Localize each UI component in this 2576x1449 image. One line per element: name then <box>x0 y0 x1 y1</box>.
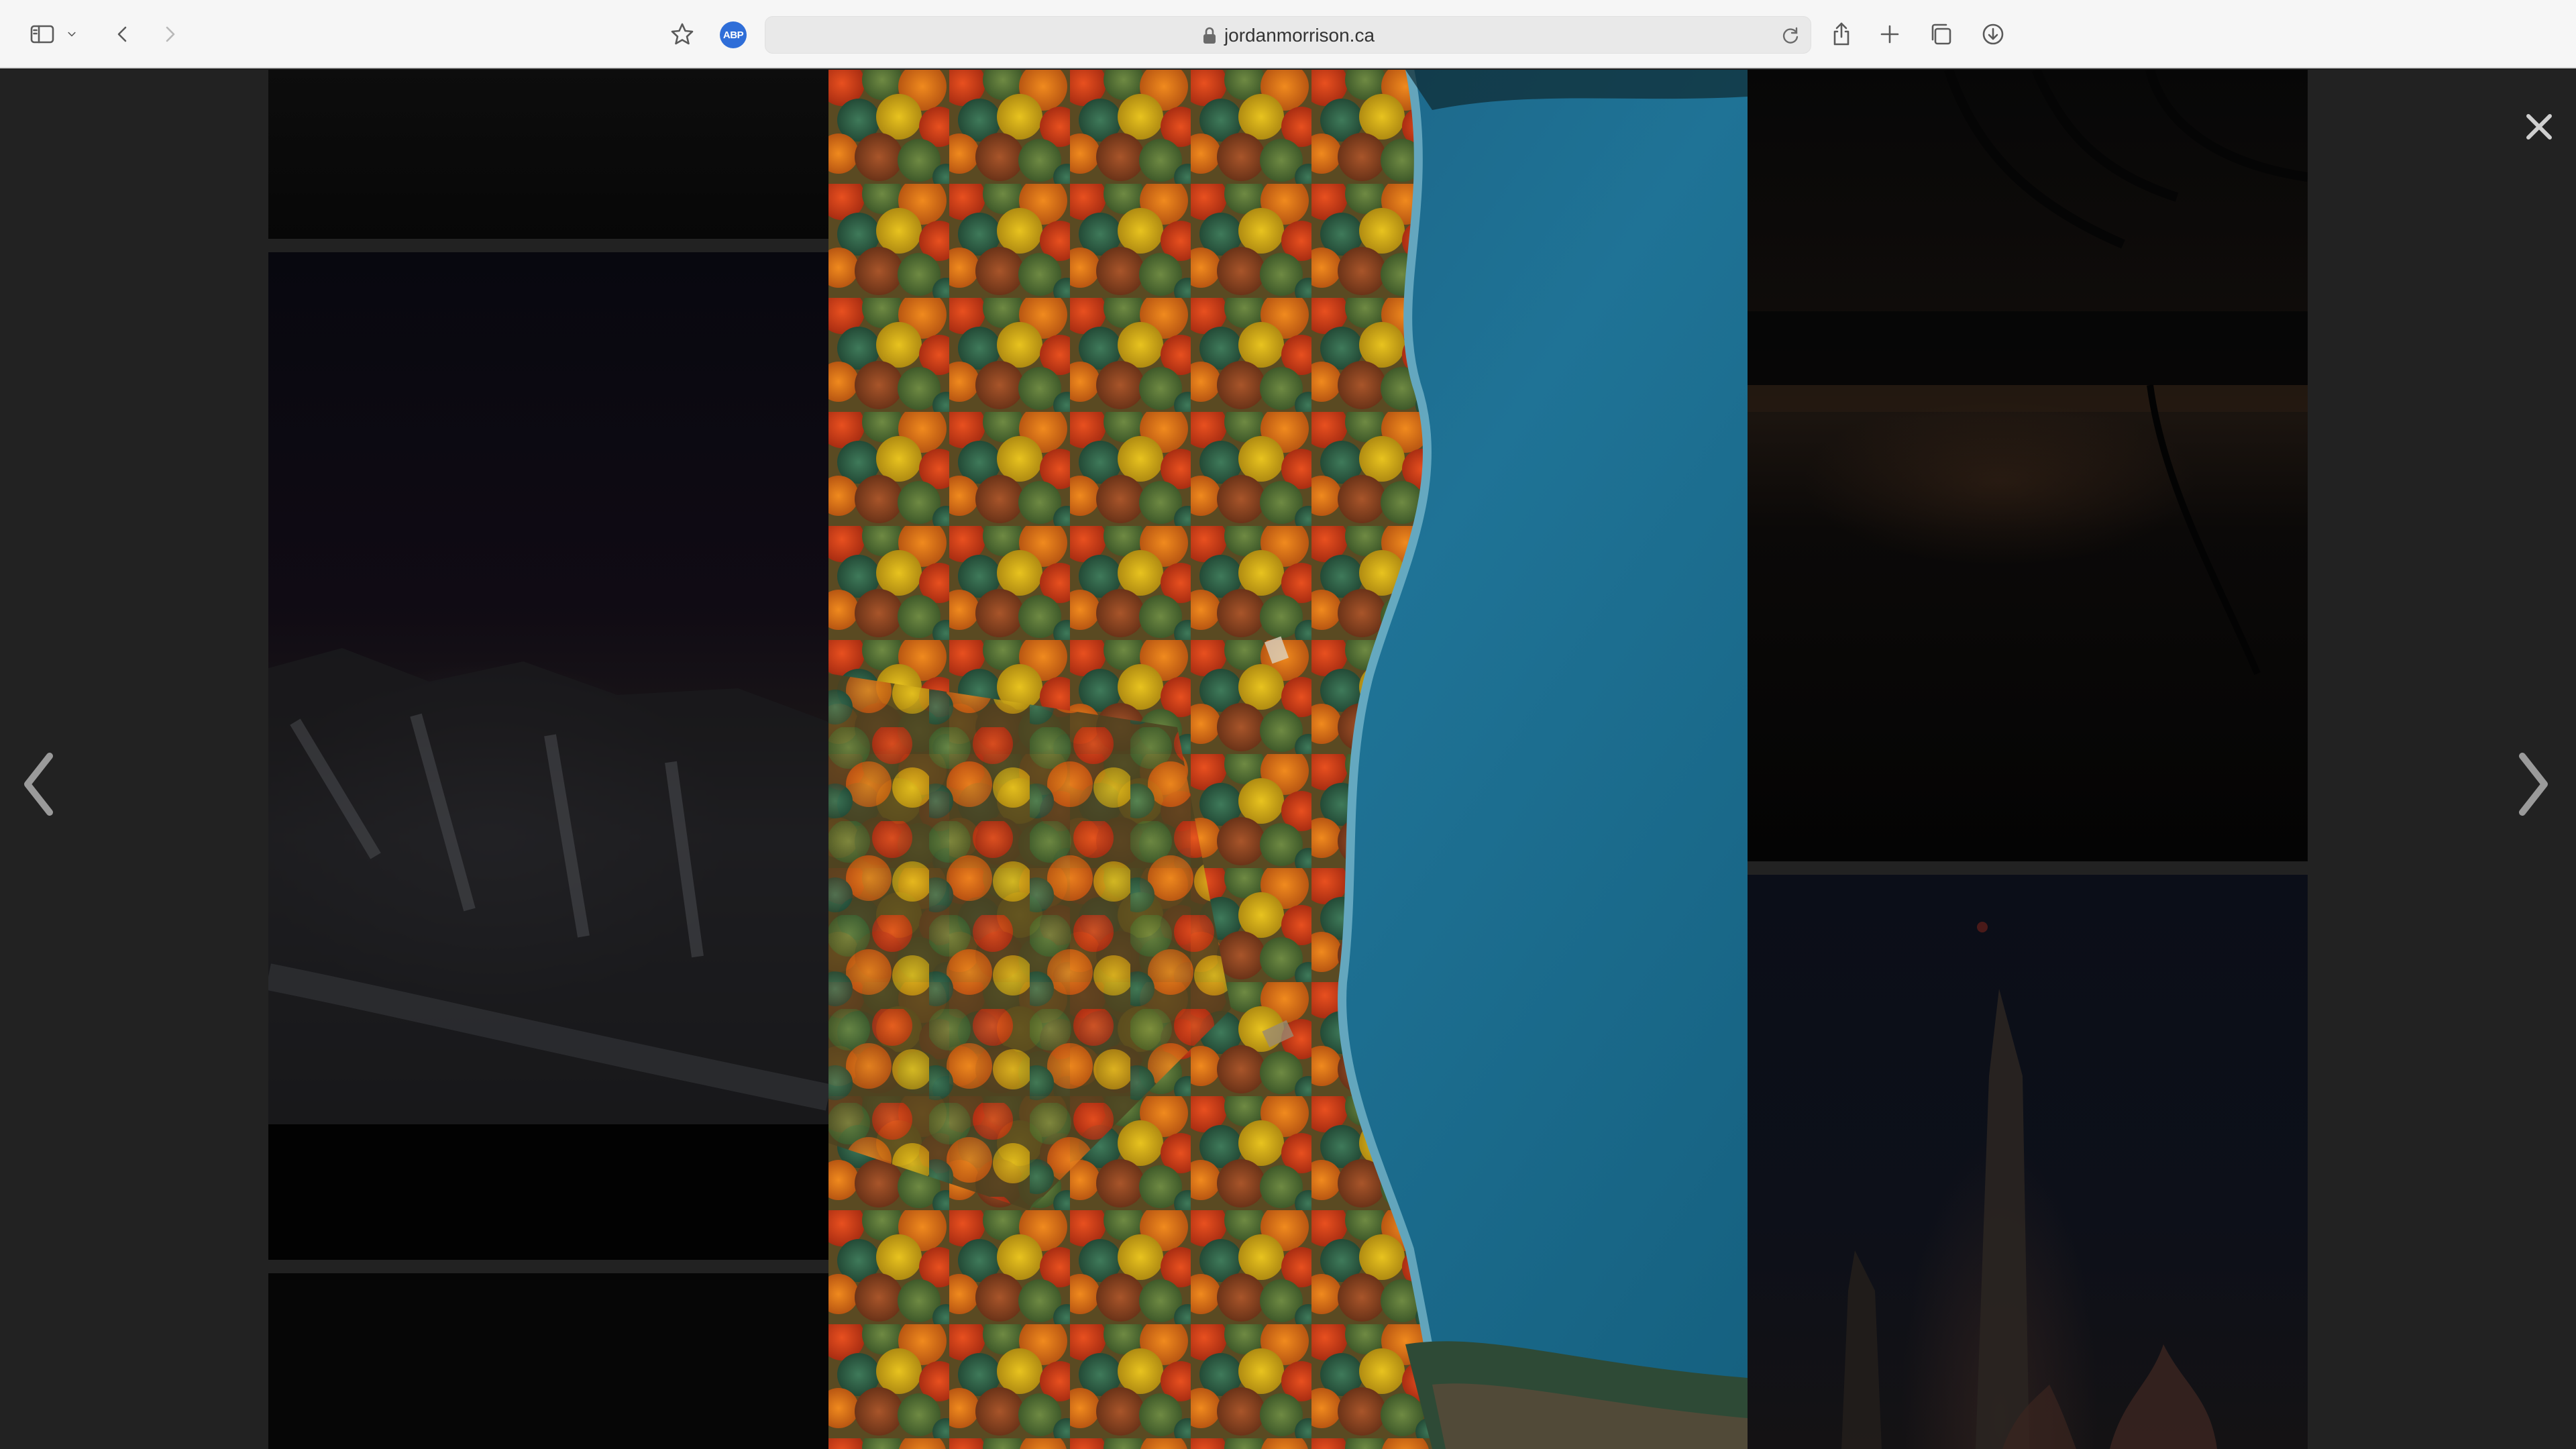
gallery-thumbnail[interactable] <box>268 70 828 239</box>
address-bar-content: jordanmorrison.ca <box>765 17 1811 54</box>
tab-overview-icon[interactable] <box>1923 16 1959 52</box>
gallery-thumbnail[interactable] <box>268 1273 828 1449</box>
autumn-forest-lake-image <box>828 70 1748 1449</box>
church-tower-night-image <box>1841 922 2217 1449</box>
back-arrow-icon[interactable] <box>105 16 141 52</box>
lightbox-main-image <box>828 70 1748 1449</box>
gallery-thumbnail[interactable] <box>268 252 828 1260</box>
share-icon[interactable] <box>1823 16 1860 52</box>
mountain-night-image <box>268 648 828 1260</box>
gallery-thumbnail[interactable] <box>1748 70 2308 861</box>
gallery-thumbnail[interactable] <box>1748 875 2308 1449</box>
lock-icon <box>1201 26 1218 45</box>
lake-sunset-image <box>1748 70 2308 675</box>
url-text: jordanmorrison.ca <box>1224 25 1375 46</box>
star-icon[interactable] <box>664 16 700 52</box>
plus-icon[interactable] <box>1872 16 1908 52</box>
forward-arrow-icon[interactable] <box>152 16 188 52</box>
sidebar-icon[interactable] <box>24 16 60 52</box>
browser-toolbar: ABP jordanmorrison.ca <box>0 0 2576 68</box>
chevron-down-icon[interactable] <box>60 16 83 52</box>
close-icon[interactable] <box>2520 107 2559 146</box>
reload-icon[interactable] <box>1778 23 1803 48</box>
download-icon[interactable] <box>1975 16 2011 52</box>
address-bar[interactable]: jordanmorrison.ca <box>765 16 1811 54</box>
lightbox-overlay <box>0 70 2576 1449</box>
chevron-left-icon[interactable] <box>16 747 63 821</box>
chevron-right-icon[interactable] <box>2509 747 2556 821</box>
adblock-extension-icon[interactable]: ABP <box>720 21 747 48</box>
